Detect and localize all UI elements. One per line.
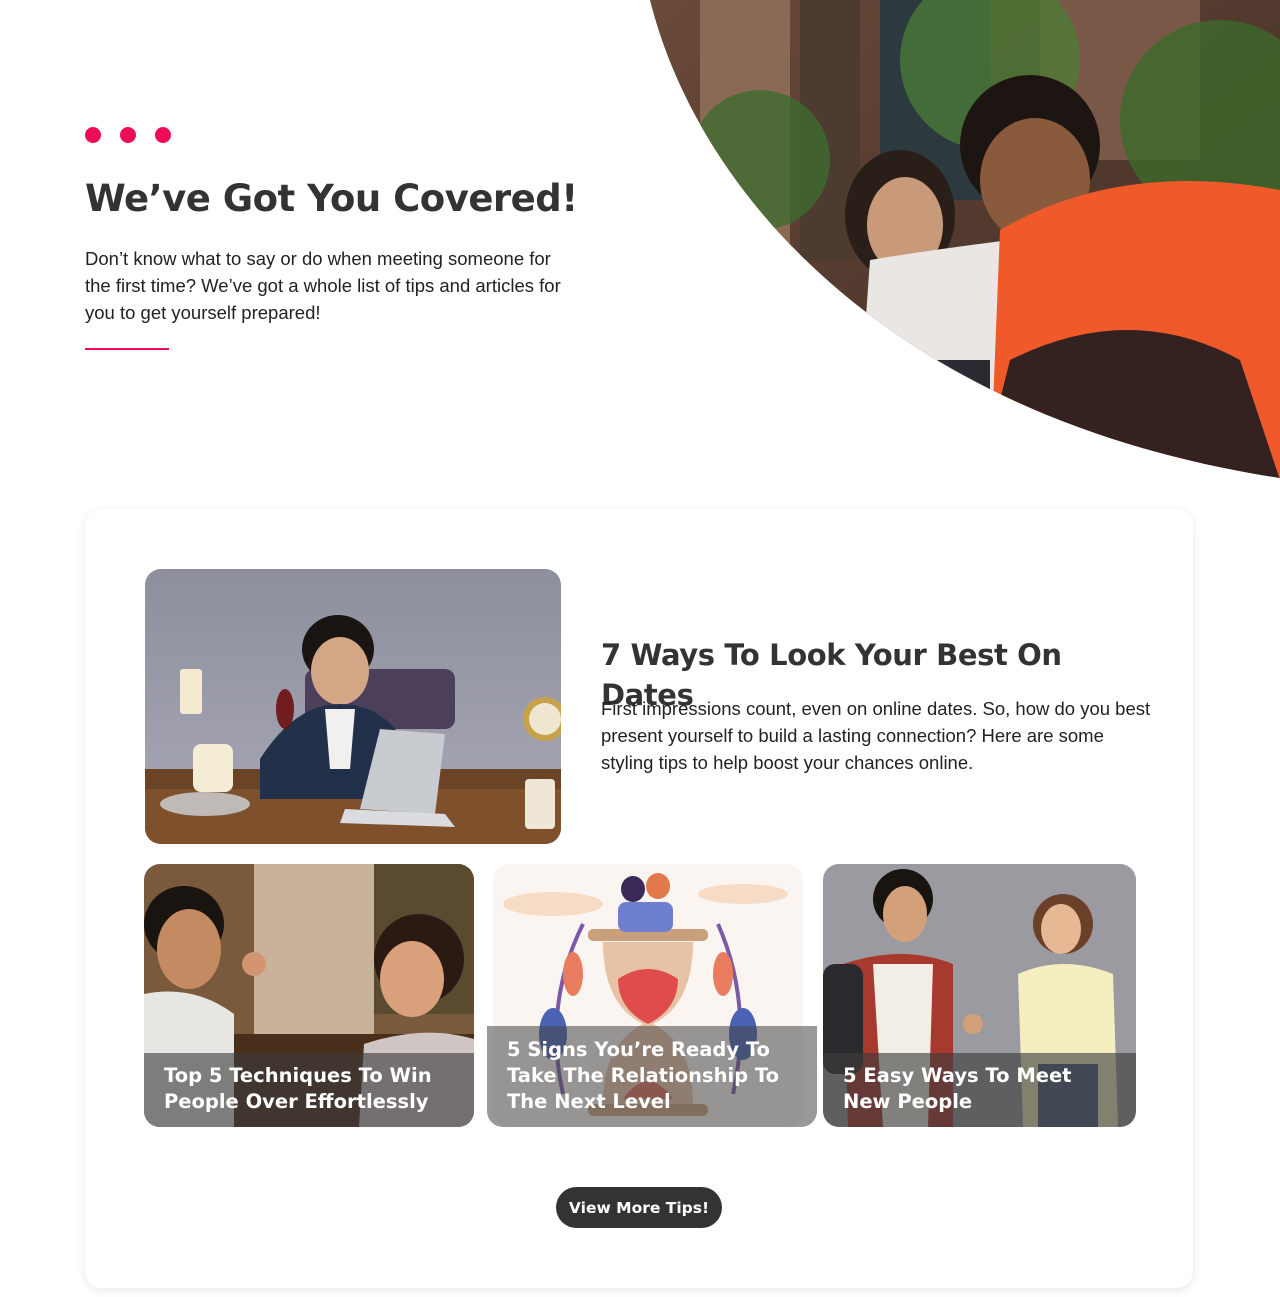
hero-title: We’ve Got You Covered!: [85, 177, 578, 220]
dot: [155, 127, 171, 143]
hero-description: Don’t know what to say or do when meetin…: [85, 248, 561, 323]
article-tile[interactable]: 5 Signs You’re Ready To Take The Relatio…: [487, 864, 817, 1127]
article-tile-title: 5 Easy Ways To Meet New People: [823, 1053, 1136, 1127]
article-tile[interactable]: Top 5 Techniques To Win People Over Effo…: [144, 864, 474, 1127]
dot: [85, 127, 101, 143]
featured-article-image[interactable]: [145, 569, 561, 844]
dot: [120, 127, 136, 143]
article-tile-title: Top 5 Techniques To Win People Over Effo…: [144, 1053, 474, 1127]
view-more-tips-button[interactable]: View More Tips!: [556, 1187, 722, 1228]
article-tile[interactable]: 5 Easy Ways To Meet New People: [823, 864, 1136, 1127]
decorative-dots: [85, 127, 171, 143]
article-tile-title: 5 Signs You’re Ready To Take The Relatio…: [487, 1026, 817, 1127]
hero-photo: [0, 0, 1280, 480]
featured-article-excerpt: First impressions count, even on online …: [601, 698, 1151, 773]
accent-divider: [85, 348, 169, 350]
tips-card: 7 Ways To Look Your Best On Dates First …: [85, 509, 1193, 1288]
